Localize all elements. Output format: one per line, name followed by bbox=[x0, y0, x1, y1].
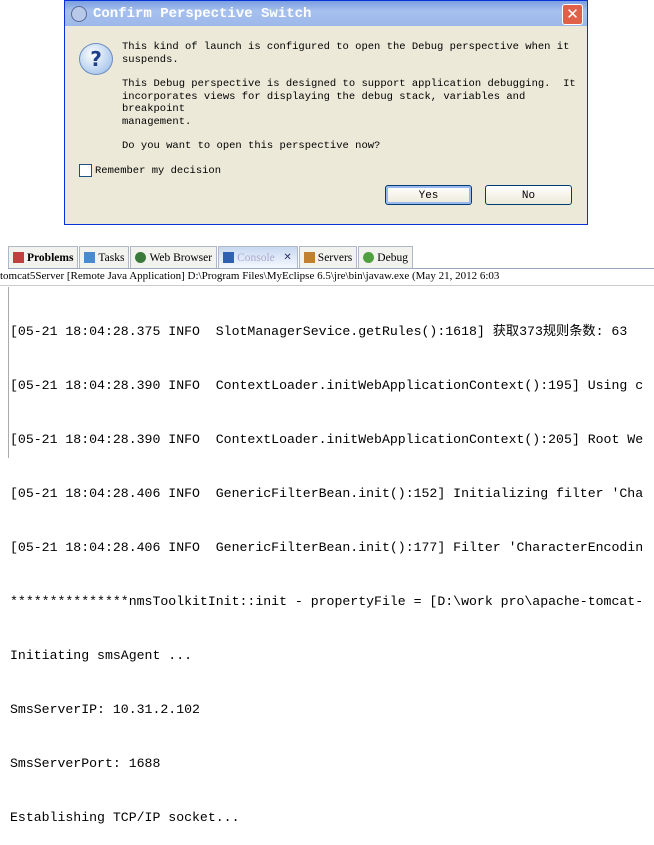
divider bbox=[8, 287, 9, 458]
servers-icon bbox=[303, 252, 315, 263]
tab-label: Problems bbox=[27, 251, 74, 264]
tab-label: Servers bbox=[317, 251, 353, 264]
tab-label: Debug bbox=[377, 251, 408, 264]
console-icon bbox=[223, 252, 235, 263]
question-icon: ? bbox=[79, 43, 113, 75]
console-header: tomcat5Server [Remote Java Application] … bbox=[0, 270, 654, 286]
close-button[interactable]: ✕ bbox=[562, 4, 583, 25]
message-line: Do you want to open this perspective now… bbox=[122, 140, 381, 152]
tab-label: Web Browser bbox=[149, 251, 213, 264]
console-line: Establishing TCP/IP socket... bbox=[10, 810, 240, 825]
remember-decision-checkbox[interactable]: Remember my decision bbox=[79, 164, 221, 177]
console-line: SmsServerPort: 1688 bbox=[10, 756, 161, 771]
console-line: SmsServerIP: 10.31.2.102 bbox=[10, 702, 200, 717]
tab-problems[interactable]: Problems bbox=[8, 246, 79, 268]
checkbox-label: Remember my decision bbox=[95, 164, 222, 177]
console-line: [05-21 18:04:28.390 INFO ContextLoader.i… bbox=[10, 378, 644, 393]
tab-web-browser[interactable]: Web Browser bbox=[130, 246, 218, 268]
checkbox[interactable] bbox=[79, 164, 92, 177]
console-line: [05-21 18:04:28.406 INFO GenericFilterBe… bbox=[10, 486, 644, 501]
console-output[interactable]: [05-21 18:04:28.375 INFO SlotManagerSevi… bbox=[10, 287, 654, 845]
console-line: Initiating smsAgent ... bbox=[10, 648, 193, 663]
dialog-title-bar[interactable]: Confirm Perspective Switch ✕ bbox=[65, 1, 587, 26]
console-line: [05-21 18:04:28.390 INFO ContextLoader.i… bbox=[10, 432, 644, 447]
tab-servers[interactable]: Servers bbox=[298, 246, 358, 268]
console-line: ***************nmsToolkitInit::init - pr… bbox=[10, 594, 644, 609]
tab-label: Console bbox=[237, 251, 275, 264]
problems-icon bbox=[13, 252, 24, 263]
close-tab-icon[interactable]: ✕ bbox=[283, 252, 291, 263]
eclipse-icon bbox=[71, 5, 87, 22]
yes-button[interactable]: Yes bbox=[385, 185, 472, 205]
tab-tasks[interactable]: Tasks bbox=[79, 246, 130, 268]
no-button[interactable]: No bbox=[485, 185, 572, 205]
tab-label: Tasks bbox=[98, 251, 125, 264]
globe-icon bbox=[135, 252, 147, 263]
console-line: [05-21 18:04:28.375 INFO SlotManagerSevi… bbox=[10, 324, 628, 339]
confirm-perspective-dialog: Confirm Perspective Switch ✕ ? This kind… bbox=[64, 0, 588, 225]
tasks-icon bbox=[84, 252, 96, 263]
debug-icon bbox=[363, 252, 375, 263]
console-line: [05-21 18:04:28.406 INFO GenericFilterBe… bbox=[10, 540, 644, 555]
dialog-title: Confirm Perspective Switch bbox=[93, 5, 312, 22]
view-tabs: Problems Tasks Web Browser Console ✕ Serv… bbox=[8, 246, 654, 269]
tab-debug[interactable]: Debug bbox=[358, 246, 413, 268]
message-line: This kind of launch is configured to ope… bbox=[122, 41, 570, 66]
dialog-message: This kind of launch is configured to ope… bbox=[122, 41, 582, 165]
message-line: This Debug perspective is designed to su… bbox=[122, 78, 576, 128]
tab-console[interactable]: Console ✕ bbox=[218, 246, 298, 268]
